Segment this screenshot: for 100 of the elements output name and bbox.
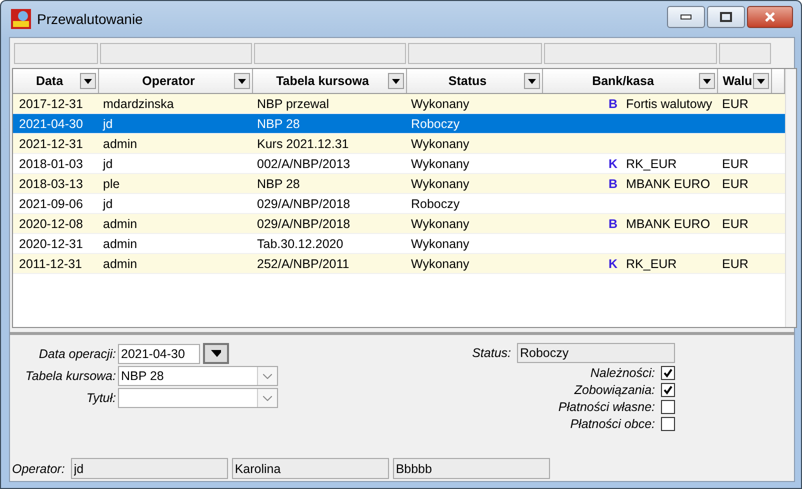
table-cell-text: NBP przewal <box>256 96 330 110</box>
bank-type-label: B <box>607 96 619 110</box>
minimize-button[interactable] <box>667 6 705 28</box>
checkbox[interactable] <box>661 366 675 380</box>
filter-field[interactable] <box>544 43 717 64</box>
table-cell-text: Wykonany <box>410 156 470 170</box>
checkbox[interactable] <box>661 400 675 414</box>
caret-icon <box>211 350 221 357</box>
column-header[interactable]: Walu <box>718 69 772 93</box>
maximize-button[interactable] <box>707 6 745 28</box>
table-cell-text: 029/A/NBP/2018 <box>256 196 352 210</box>
window-title: Przewalutowanie <box>37 11 144 27</box>
dropdown-button[interactable] <box>524 73 540 89</box>
table-cell-text: Wykonany <box>410 256 470 270</box>
field-label: Płatności własne: <box>558 400 656 414</box>
table-cell-text: 2017-12-31 <box>18 96 84 110</box>
caret-icon <box>757 78 765 84</box>
table-cell: RK_EUR <box>626 256 677 270</box>
dropdown-button[interactable] <box>388 73 404 89</box>
operator-field[interactable]: jd <box>70 458 228 479</box>
table-cell-text: jd <box>102 116 114 130</box>
table-cell-text: EUR <box>721 176 750 190</box>
filter-field[interactable] <box>408 43 542 64</box>
table-cell-text: Wykonany <box>410 176 470 190</box>
field-label: Data operacji: <box>38 346 117 360</box>
dropdown-button[interactable] <box>80 73 96 89</box>
dropdown-button[interactable] <box>234 73 250 89</box>
table-cell: MBANK EURO <box>626 216 710 230</box>
maximize-icon <box>720 12 732 22</box>
column-header[interactable]: Bank/kasa <box>543 69 718 93</box>
bank-type-label: K <box>607 256 619 270</box>
column-header[interactable]: Operator <box>99 69 253 93</box>
field-label: Status: <box>472 346 512 360</box>
status-field[interactable]: Roboczy <box>517 343 675 363</box>
bank-type-label: B <box>607 216 619 230</box>
field-label: Operator: <box>12 462 66 476</box>
table-cell-text: ple <box>102 176 121 190</box>
table-cell-text: 2020-12-08 <box>18 216 84 230</box>
chevron-icon <box>263 396 272 400</box>
column-header[interactable]: Tabela kursowa <box>253 69 407 93</box>
table-cell-text: admin <box>102 216 138 230</box>
table-cell-text: 029/A/NBP/2018 <box>256 216 352 230</box>
table-cell-text: 2018-03-13 <box>18 176 84 190</box>
field-label: Zobowiązania: <box>574 383 656 397</box>
table-row[interactable]: 2021-04-30 jd NBP 28 Roboczy <box>13 114 785 134</box>
scrollbar[interactable] <box>785 69 796 327</box>
operator-field[interactable]: Karolina <box>232 458 389 479</box>
caret-icon <box>238 78 246 84</box>
table-cell-text: 252/A/NBP/2011 <box>256 256 350 270</box>
table-cell-text: Roboczy <box>410 196 461 210</box>
table-cell-text: admin <box>102 256 138 270</box>
table-cell-text: Wykonany <box>410 96 470 110</box>
table-cell-text: Tab.30.12.2020 <box>256 236 344 250</box>
column-header[interactable]: Status <box>407 69 543 93</box>
table-cell-text: admin <box>102 236 138 250</box>
rate-table-dropdown[interactable]: NBP 28 <box>118 366 278 386</box>
table-cell-text: Wykonany <box>410 136 470 150</box>
table-cell-text: jd <box>102 156 114 170</box>
table-cell-text: EUR <box>721 156 750 170</box>
dropdown-button[interactable] <box>753 73 769 89</box>
chevron-icon <box>263 374 272 378</box>
table-cell-text: NBP 28 <box>256 116 301 130</box>
minimize-icon <box>680 14 692 20</box>
operator-field[interactable]: Bbbbb <box>392 458 550 479</box>
column-header[interactable]: Data <box>15 69 99 93</box>
bank-type-label: B <box>607 176 619 190</box>
filter-field[interactable] <box>254 43 406 64</box>
table-cell-text: NBP 28 <box>256 176 301 190</box>
table-cell-text: 2011-12-31 <box>18 256 84 270</box>
table-cell-text: 2021-12-31 <box>18 136 84 150</box>
table-cell-text: Wykonany <box>410 216 470 230</box>
table-row[interactable]: 2020-12-08 admin 029/A/NBP/2018 Wykonany B MBANK EURO EUR <box>13 214 785 234</box>
table-row[interactable]: 2021-12-31 admin Kurs 2021.12.31 Wykonany <box>13 134 785 154</box>
table-cell-text: Wykonany <box>410 236 470 250</box>
checkbox[interactable] <box>661 417 675 431</box>
calendar-dropdown-button[interactable] <box>203 343 229 364</box>
table-cell: MBANK EURO <box>626 176 710 190</box>
date-field[interactable]: 2021-04-30 <box>118 344 200 364</box>
filter-field[interactable] <box>100 43 252 64</box>
table-cell-text: EUR <box>721 216 750 230</box>
table-row[interactable]: 2011-12-31 admin 252/A/NBP/2011 Wykonany K RK_EUR EUR <box>13 254 785 274</box>
table-row[interactable]: 2017-12-31 mdardzinska NBP przewal Wykonany B Fortis walutowy EUR <box>13 94 785 114</box>
table-cell-text: admin <box>102 136 138 150</box>
caret-icon <box>84 78 92 84</box>
table-cell-text: 2020-12-31 <box>18 236 84 250</box>
table-row[interactable]: 2018-03-13 ple NBP 28 Wykonany B MBANK EURO EUR <box>13 174 785 194</box>
table-cell-text: 2021-09-06 <box>18 196 84 210</box>
caret-icon <box>528 78 536 84</box>
close-button[interactable] <box>747 6 793 28</box>
filter-field[interactable] <box>719 43 771 64</box>
table-cell-text: EUR <box>721 96 750 110</box>
dropdown-button[interactable] <box>699 73 715 89</box>
table-cell: Fortis walutowy <box>626 96 712 110</box>
checkbox[interactable] <box>661 383 675 397</box>
field-label: Tabela kursowa: <box>24 369 117 383</box>
filter-field[interactable] <box>14 43 98 64</box>
app-logo-icon <box>11 9 31 29</box>
table-cell: RK_EUR <box>626 156 677 170</box>
table-cell-text: mdardzinska <box>102 96 175 110</box>
close-icon <box>764 11 776 23</box>
